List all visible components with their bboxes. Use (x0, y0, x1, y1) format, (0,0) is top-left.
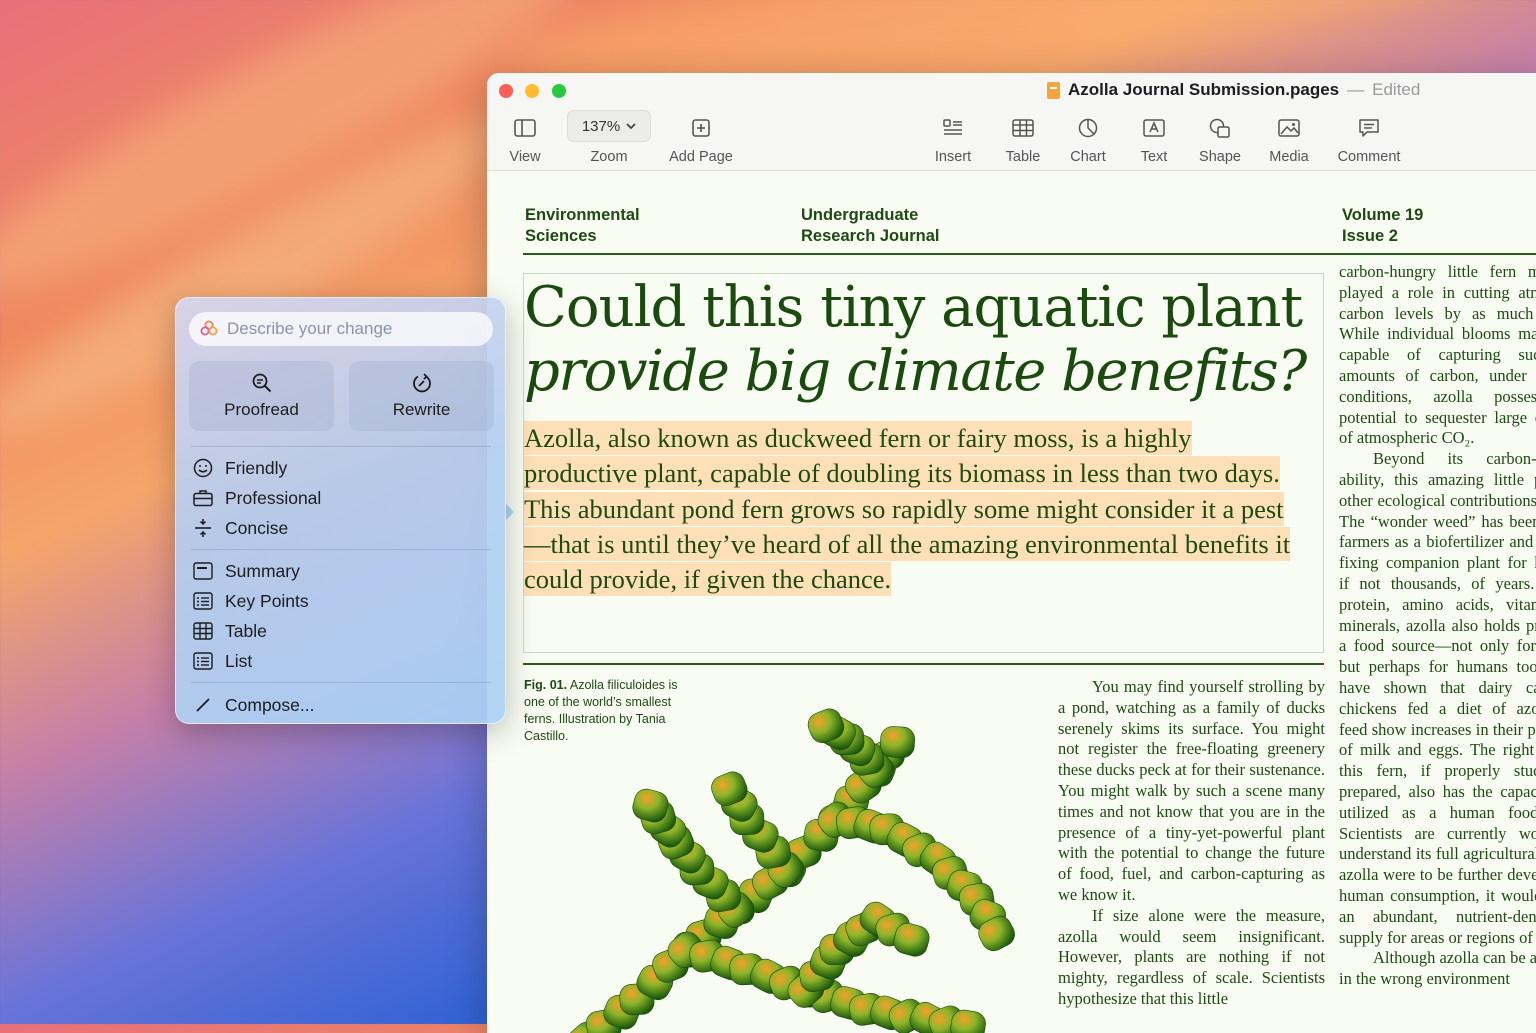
minimize-button[interactable] (525, 84, 539, 98)
list-icon (193, 651, 213, 671)
zoom-select[interactable]: 137% (567, 110, 651, 142)
apple-intelligence-icon (200, 320, 218, 336)
professional-label: Professional (225, 487, 322, 508)
text-label: Text (1140, 149, 1168, 165)
pages-window: Azolla Journal Submission.pages — Edited… (487, 73, 1536, 1033)
window-title: Azolla Journal Submission.pages (1068, 80, 1340, 99)
compose-label: Compose... (225, 694, 315, 715)
table-option[interactable]: Table (193, 618, 267, 644)
photo-icon (1278, 115, 1300, 141)
selected-text[interactable]: Azolla, also known as duckweed fern or f… (524, 421, 1291, 597)
header-section: Environmental Sciences (525, 206, 640, 245)
text-box-icon (1143, 115, 1165, 141)
shape-button[interactable]: Shape (1180, 115, 1260, 165)
pages-document-icon (1047, 81, 1060, 99)
divider (191, 549, 491, 550)
figure-label: Fig. 01. (524, 678, 568, 692)
describe-change-field[interactable] (189, 312, 493, 346)
view-button[interactable]: View (487, 115, 565, 165)
proofread-button[interactable]: Proofread (189, 361, 334, 431)
chart-label: Chart (1070, 149, 1106, 165)
friendly-label: Friendly (225, 457, 288, 478)
chevron-down-icon (626, 122, 636, 129)
professional-option[interactable]: Professional (193, 485, 321, 511)
insert-label: Insert (934, 149, 972, 165)
zoom-label: Zoom (590, 149, 628, 165)
writing-tools-popover: Proofread Rewrite Friendly Professional … (175, 297, 506, 724)
headline-line-1[interactable]: Could this tiny aquatic plant (524, 275, 1303, 340)
friendly-option[interactable]: Friendly (193, 455, 287, 481)
table-label: Table (1005, 149, 1041, 165)
maximize-button[interactable] (552, 84, 566, 98)
insert-button[interactable]: Insert (913, 115, 993, 165)
document-canvas[interactable]: Environmental Sciences Undergraduate Res… (487, 171, 1536, 1033)
divider (191, 682, 491, 683)
summary-icon (193, 561, 213, 581)
zoom-value: 137% (581, 117, 621, 135)
body-column-right[interactable]: carbon-hungry little fern may have playe… (1339, 262, 1536, 990)
smiley-icon (193, 458, 213, 478)
comment-icon (1358, 115, 1380, 141)
shape-label: Shape (1199, 149, 1241, 165)
concise-label: Concise (225, 517, 289, 538)
section-rule (523, 663, 1324, 665)
concise-option[interactable]: Concise (193, 515, 288, 541)
summary-label: Summary (225, 560, 300, 581)
frond-leaf (880, 726, 915, 758)
view-label: View (509, 149, 541, 165)
comment-button[interactable]: Comment (1329, 115, 1409, 165)
list-label: List (225, 650, 253, 671)
shape-icon (1209, 115, 1231, 141)
key-points-option[interactable]: Key Points (193, 588, 309, 614)
key-points-label: Key Points (225, 590, 309, 611)
body-column-middle[interactable]: You may find yourself strolling by a pon… (1058, 677, 1325, 1010)
comment-label: Comment (1337, 149, 1401, 165)
add-page-label: Add Page (669, 149, 733, 165)
window-title-bar: Azolla Journal Submission.pages — Edited (1047, 80, 1420, 100)
concise-icon (193, 518, 213, 538)
popover-arrow (505, 503, 514, 521)
media-button[interactable]: Media (1249, 115, 1329, 165)
rewrite-label: Rewrite (392, 400, 451, 419)
sidebar-icon (514, 115, 536, 141)
title-separator: — (1347, 80, 1365, 99)
describe-change-input[interactable] (225, 318, 489, 340)
pencil-icon (193, 695, 213, 715)
table-icon (193, 621, 213, 641)
headline-line-2[interactable]: provide big climate benefits? (524, 339, 1307, 404)
zoom-control[interactable]: 137% Zoom (567, 110, 651, 165)
insert-icon (943, 115, 963, 141)
header-journal: Undergraduate Research Journal (801, 206, 940, 245)
header-rule (523, 253, 1536, 255)
briefcase-icon (193, 488, 213, 508)
magnifier-icon (252, 373, 271, 393)
add-page-icon (692, 115, 710, 141)
summary-option[interactable]: Summary (193, 558, 300, 584)
lede-paragraph[interactable]: Azolla, also known as duckweed fern or f… (524, 421, 1304, 597)
table-icon (1012, 115, 1034, 141)
media-label: Media (1269, 149, 1309, 165)
header-volume: Volume 19 Issue 2 (1342, 206, 1424, 245)
rewrite-icon (412, 373, 431, 393)
azolla-illustration[interactable] (547, 701, 1017, 1033)
close-button[interactable] (499, 84, 513, 98)
toolbar: Azolla Journal Submission.pages — Edited… (487, 73, 1536, 171)
table-label: Table (225, 620, 267, 641)
chart-icon (1078, 115, 1098, 141)
divider (191, 446, 491, 447)
add-page-button[interactable]: Add Page (661, 115, 741, 165)
bullet-list-icon (193, 591, 213, 611)
compose-option[interactable]: Compose... (193, 692, 314, 718)
rewrite-button[interactable]: Rewrite (349, 361, 494, 431)
edited-status: Edited (1372, 80, 1421, 99)
list-option[interactable]: List (193, 648, 252, 674)
proofread-label: Proofread (224, 400, 299, 419)
